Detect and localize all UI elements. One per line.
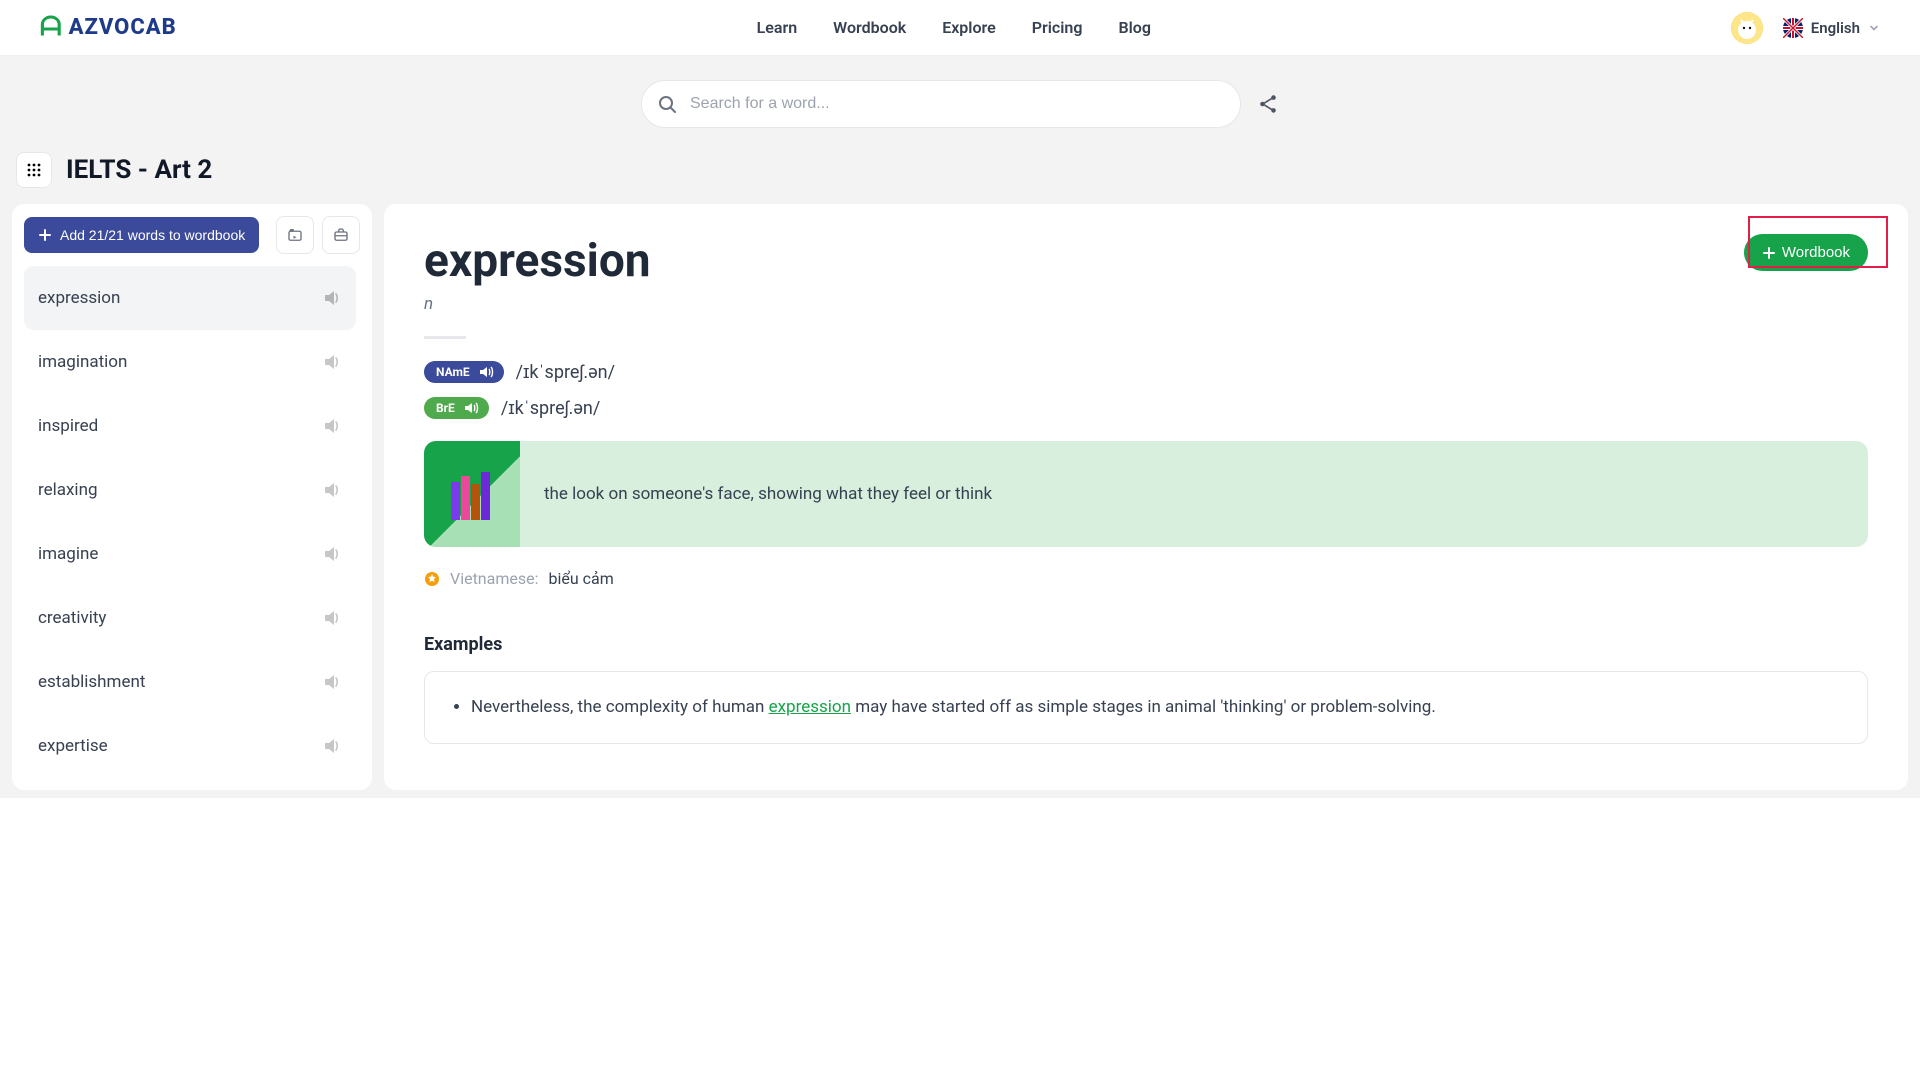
examples-section: Examples Nevertheless, the complexity of… <box>424 634 1868 744</box>
word-item[interactable]: creativity <box>24 586 356 650</box>
nav-wordbook[interactable]: Wordbook <box>833 18 906 37</box>
definition-card: the look on someone's face, showing what… <box>424 441 1868 547</box>
word-item[interactable]: establishment <box>24 650 356 714</box>
briefcase-icon <box>332 226 350 244</box>
speaker-icon <box>478 364 494 380</box>
header: ᗩ AZVOCAB Learn Wordbook Explore Pricing… <box>0 0 1920 56</box>
grid-menu-button[interactable] <box>16 152 52 188</box>
word-label: imagine <box>38 544 98 564</box>
speaker-icon[interactable] <box>322 544 342 564</box>
pronunciation-name: NAmE /ɪkˈspreʃ.ən/ <box>424 361 1868 383</box>
add-to-wordbook-button[interactable]: Wordbook <box>1744 234 1868 271</box>
translation-label: Vietnamese: <box>450 569 538 588</box>
example-post: may have started off as simple stages in… <box>851 697 1436 717</box>
word-label: imagination <box>38 352 127 372</box>
logo-icon: ᗩ <box>40 12 63 43</box>
share-icon[interactable] <box>1257 93 1279 115</box>
word-label: establishment <box>38 672 145 692</box>
lesson-title: IELTS - Art 2 <box>66 155 212 185</box>
definition-text: the look on someone's face, showing what… <box>544 484 992 504</box>
add-words-label: Add 21/21 words to wordbook <box>60 227 245 243</box>
search-row <box>4 56 1916 136</box>
sidebar: Add 21/21 words to wordbook expression im… <box>12 204 372 790</box>
example-keyword: expression <box>769 697 851 717</box>
speaker-icon[interactable] <box>322 480 342 500</box>
language-selector[interactable]: English <box>1783 18 1880 38</box>
nav-learn[interactable]: Learn <box>757 18 798 37</box>
part-of-speech: n <box>424 294 651 314</box>
uk-flag-icon <box>1783 18 1803 38</box>
translation-value: biểu cảm <box>548 569 613 588</box>
word-item[interactable]: relaxing <box>24 458 356 522</box>
word-item[interactable]: imagination <box>24 330 356 394</box>
pronunciation-bre: BrE /ɪkˈspreʃ.ən/ <box>424 397 1868 419</box>
name-ipa: /ɪkˈspreʃ.ən/ <box>516 362 615 383</box>
translation-row: Vietnamese: biểu cảm <box>424 569 1868 588</box>
star-icon <box>424 571 440 587</box>
bre-ipa: /ɪkˈspreʃ.ən/ <box>501 398 600 419</box>
word-item[interactable]: expression <box>24 266 356 330</box>
wordbook-label: Wordbook <box>1782 244 1850 261</box>
word-label: relaxing <box>38 480 98 500</box>
books-illustration <box>424 441 520 547</box>
chevron-down-icon <box>1868 22 1880 34</box>
search-icon <box>657 94 677 114</box>
logo[interactable]: ᗩ AZVOCAB <box>40 12 177 43</box>
speaker-icon <box>463 400 479 416</box>
nav-explore[interactable]: Explore <box>942 18 996 37</box>
page-wrap: IELTS - Art 2 Add 21/21 words to wordboo… <box>0 56 1920 798</box>
word-title: expression <box>424 234 651 288</box>
video-button[interactable] <box>276 216 314 254</box>
flashcard-button[interactable] <box>322 216 360 254</box>
nav-pricing[interactable]: Pricing <box>1032 18 1083 37</box>
word-list[interactable]: expression imagination inspired relaxing ima… <box>24 266 360 778</box>
example-box: Nevertheless, the complexity of human ex… <box>424 671 1868 744</box>
bre-label: BrE <box>436 401 455 415</box>
word-item[interactable]: inspired <box>24 394 356 458</box>
title-bar: IELTS - Art 2 <box>4 136 1916 204</box>
speaker-icon[interactable] <box>322 416 342 436</box>
word-label: inspired <box>38 416 98 436</box>
nav: Learn Wordbook Explore Pricing Blog <box>757 18 1151 37</box>
search-box <box>641 80 1241 128</box>
speaker-icon[interactable] <box>322 672 342 692</box>
name-label: NAmE <box>436 365 470 379</box>
speaker-icon[interactable] <box>322 352 342 372</box>
bre-badge[interactable]: BrE <box>424 397 489 419</box>
examples-heading: Examples <box>424 634 1868 655</box>
video-icon <box>286 226 304 244</box>
example-pre: Nevertheless, the complexity of human <box>471 697 769 717</box>
word-label: creativity <box>38 608 106 628</box>
main: Add 21/21 words to wordbook expression im… <box>4 204 1916 790</box>
word-item[interactable]: expertise <box>24 714 356 778</box>
plus-icon <box>38 228 52 242</box>
search-input[interactable] <box>641 80 1241 128</box>
plus-icon <box>1762 246 1776 260</box>
word-label: expertise <box>38 736 108 756</box>
language-label: English <box>1811 19 1860 37</box>
nav-blog[interactable]: Blog <box>1118 18 1150 37</box>
sidebar-top: Add 21/21 words to wordbook <box>24 216 360 254</box>
word-label: expression <box>38 288 120 308</box>
divider <box>424 336 466 339</box>
add-words-button[interactable]: Add 21/21 words to wordbook <box>24 217 259 253</box>
grid-icon <box>26 162 42 178</box>
speaker-icon[interactable] <box>322 736 342 756</box>
detail-panel: expression n Wordbook NAmE /ɪkˈspreʃ.ən/… <box>384 204 1908 790</box>
avatar[interactable] <box>1731 12 1763 44</box>
word-item[interactable]: imagine <box>24 522 356 586</box>
detail-header: expression n Wordbook <box>424 234 1868 361</box>
name-badge[interactable]: NAmE <box>424 361 504 383</box>
speaker-icon[interactable] <box>322 608 342 628</box>
header-right: English <box>1731 12 1880 44</box>
brand-text: AZVOCAB <box>69 15 177 40</box>
speaker-icon[interactable] <box>322 288 342 308</box>
example-item: Nevertheless, the complexity of human ex… <box>471 694 1841 721</box>
